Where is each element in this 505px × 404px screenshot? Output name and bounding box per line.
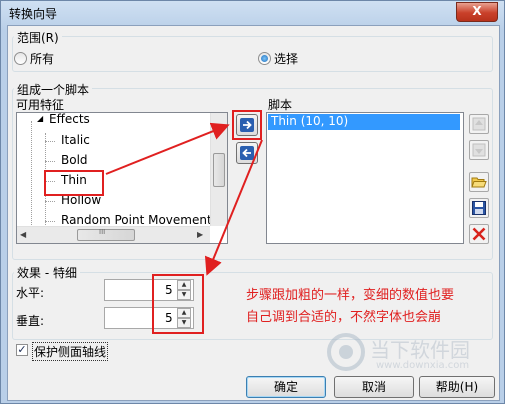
protect-axis-checkbox[interactable]: ✓ <box>16 344 28 356</box>
title-bar[interactable]: 转换向导 X <box>1 1 504 25</box>
scroll-right-icon[interactable]: ▶ <box>197 230 203 239</box>
scope-group-label: 范围(R) <box>14 29 62 46</box>
tree-hscroll-thumb[interactable]: III <box>77 228 135 241</box>
scope-group <box>12 36 493 72</box>
save-script-button[interactable] <box>469 198 489 218</box>
open-script-button[interactable] <box>469 172 489 192</box>
tree-expand-icon[interactable]: ◢ <box>37 114 43 123</box>
available-features-label: 可用特征 <box>16 98 65 112</box>
watermark-logo-icon <box>327 333 365 371</box>
tree-vscroll-thumb[interactable] <box>213 153 225 187</box>
tree-line <box>45 221 55 222</box>
close-button[interactable]: X <box>456 2 498 22</box>
folder-open-icon <box>471 177 487 188</box>
horizontal-label: 水平: <box>16 286 45 300</box>
help-button[interactable]: 帮助(H) <box>419 376 495 398</box>
watermark-name: 当下软件园 <box>370 338 470 362</box>
script-label: 脚本 <box>268 98 293 112</box>
arrow-down-icon <box>472 143 486 157</box>
radio-selection-label[interactable]: 选择 <box>274 50 298 67</box>
arrow-left-icon <box>240 146 254 160</box>
radio-selection[interactable] <box>258 52 271 65</box>
scroll-left-icon[interactable]: ◀ <box>20 230 26 239</box>
tree-item-random-point-movement[interactable]: Random Point Movement <box>61 213 212 227</box>
watermark-url: www.downxia.com <box>376 360 470 371</box>
annotation-box-thin <box>44 170 104 196</box>
annotation-box-values <box>152 274 204 334</box>
cancel-button[interactable]: 取消 <box>334 376 414 398</box>
effect-group <box>12 272 493 340</box>
tree-item-italic[interactable]: Italic <box>61 133 90 147</box>
delete-x-icon <box>472 227 486 241</box>
floppy-disk-icon <box>472 201 486 215</box>
vertical-label: 垂直: <box>16 314 45 328</box>
delete-script-button[interactable] <box>469 224 489 244</box>
tree-item-effects[interactable]: Effects <box>49 113 90 126</box>
dialog-window: 转换向导 X 范围(R) 所有 选择 组成一个脚本 可用特征 ◢ Effects… <box>0 0 505 404</box>
script-item-label: Thin (10, 10) <box>271 114 349 128</box>
window-title: 转换向导 <box>9 7 58 21</box>
tree-line <box>31 121 32 231</box>
annotation-text-line2: 自己调到合适的，不然字体也会崩 <box>246 310 442 325</box>
dialog-client-area: 范围(R) 所有 选择 组成一个脚本 可用特征 ◢ Effects Italic… <box>7 25 500 401</box>
annotation-box-add-button <box>232 110 262 140</box>
ok-button[interactable]: 确定 <box>246 376 326 398</box>
scroll-grip-icon: III <box>99 228 106 236</box>
tree-vertical-scrollbar[interactable] <box>210 113 227 226</box>
radio-all[interactable] <box>14 52 27 65</box>
protect-axis-label[interactable]: 保护侧面轴线 <box>32 342 109 361</box>
radio-all-label[interactable]: 所有 <box>30 50 54 67</box>
tree-horizontal-scrollbar[interactable]: ◀ III ▶ <box>17 226 210 243</box>
tree-line <box>45 201 55 202</box>
tree-line <box>45 161 55 162</box>
move-up-button[interactable] <box>469 114 489 134</box>
script-list[interactable]: Thin (10, 10) <box>266 112 464 244</box>
arrow-up-icon <box>472 117 486 131</box>
annotation-text-line1: 步骤跟加粗的一样，变细的数值也要 <box>246 288 455 303</box>
move-down-button[interactable] <box>469 140 489 160</box>
script-item-selected[interactable]: Thin (10, 10) <box>268 114 460 130</box>
tree-line <box>45 141 55 142</box>
effect-group-label: 效果 - 特细 <box>14 264 80 281</box>
remove-feature-button[interactable] <box>236 142 258 164</box>
tree-item-bold[interactable]: Bold <box>61 153 88 167</box>
